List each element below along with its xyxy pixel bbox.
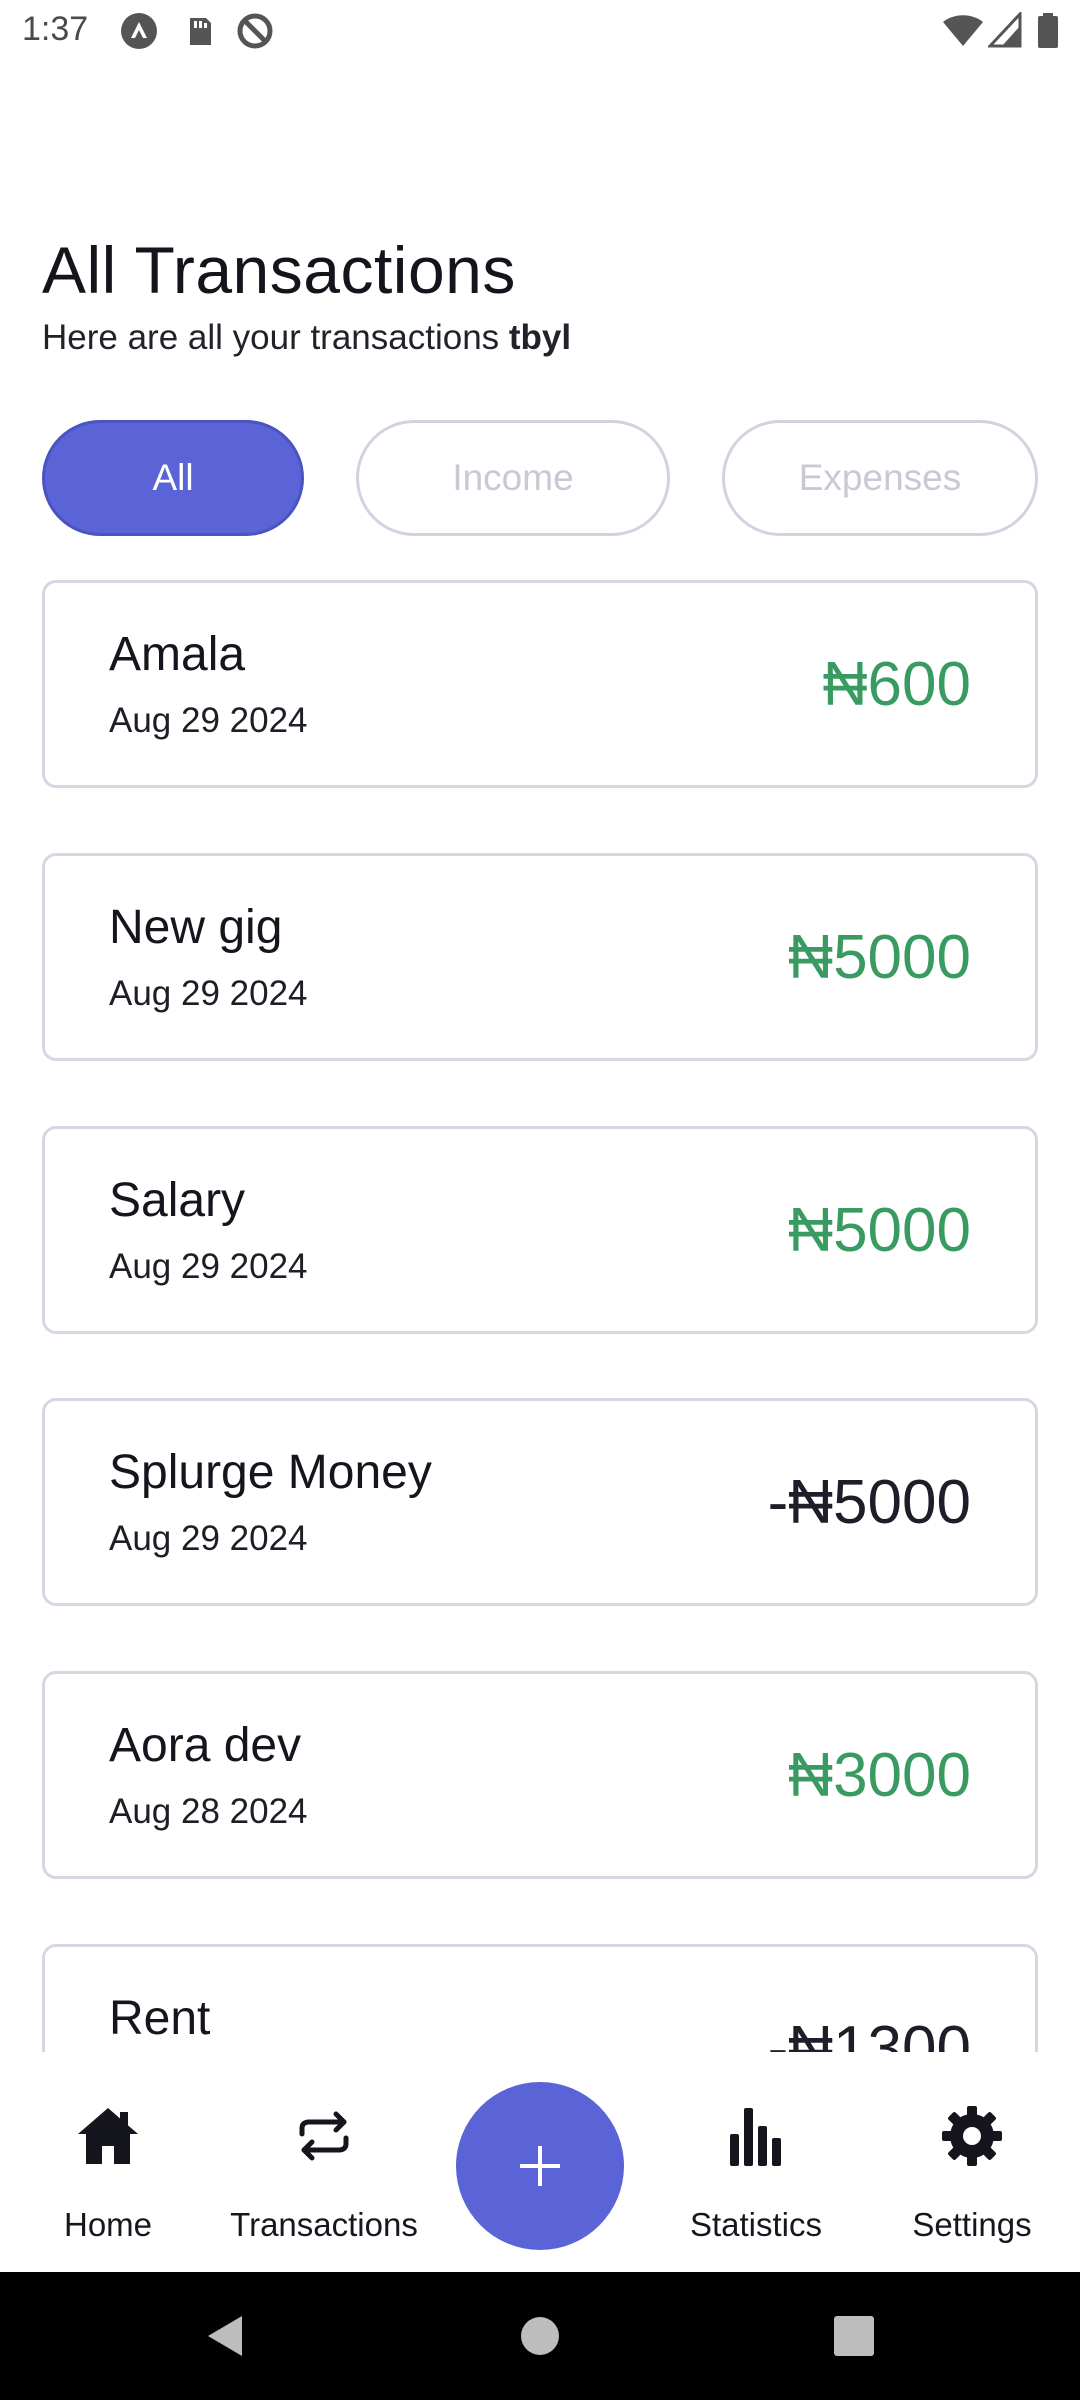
cellular-signal-icon <box>988 12 1022 48</box>
transaction-amount: -₦5000 <box>767 1468 971 1537</box>
transaction-name: New gig <box>109 901 283 954</box>
transaction-date: Aug 29 2024 <box>109 1519 308 1558</box>
transaction-card[interactable]: Rent -₦1300 <box>42 1944 1038 2052</box>
add-transaction-button[interactable] <box>456 2082 624 2250</box>
transaction-card[interactable]: Aora dev Aug 28 2024 ₦3000 <box>42 1671 1038 1879</box>
username: tbyl <box>508 318 572 357</box>
transaction-date: Aug 29 2024 <box>109 1247 308 1286</box>
transaction-amount: ₦3000 <box>788 1741 971 1810</box>
filter-expenses-chip[interactable]: Expenses <box>722 420 1038 536</box>
transaction-card[interactable]: Salary Aug 29 2024 ₦5000 <box>42 1126 1038 1334</box>
home-icon <box>78 2108 138 2164</box>
transaction-list[interactable]: Amala Aug 29 2024 ₦600 New gig Aug 29 20… <box>0 560 1080 2052</box>
transaction-name: Aora dev <box>109 1719 302 1772</box>
nav-settings-label: Settings <box>912 2206 1032 2243</box>
transaction-card[interactable]: Splurge Money Aug 29 2024 -₦5000 <box>42 1398 1038 1606</box>
transaction-name: Amala <box>109 628 246 681</box>
filter-all-chip[interactable]: All <box>42 420 304 536</box>
nav-transactions-label: Transactions <box>230 2206 418 2243</box>
transaction-card[interactable]: Amala Aug 29 2024 ₦600 <box>42 580 1038 788</box>
transfer-arrows-icon <box>299 2111 349 2161</box>
nav-statistics[interactable]: Statistics <box>656 2052 856 2272</box>
subtitle-text: Here are all your transactions <box>42 318 509 357</box>
transaction-amount: ₦5000 <box>788 1196 971 1265</box>
nav-transactions[interactable]: Transactions <box>224 2052 424 2272</box>
plus-icon <box>520 2146 560 2186</box>
page-title: All Transactions <box>42 233 516 307</box>
transaction-amount: ₦5000 <box>788 923 971 992</box>
battery-icon <box>1038 13 1058 48</box>
transaction-name: Rent <box>109 1992 211 2045</box>
filter-income-chip[interactable]: Income <box>356 420 670 536</box>
transaction-name: Salary <box>109 1174 246 1227</box>
nav-home[interactable]: Home <box>8 2052 208 2272</box>
system-navigation-bar <box>0 2272 1080 2400</box>
transaction-name: Splurge Money <box>109 1446 432 1499</box>
transaction-date: Aug 28 2024 <box>109 1792 308 1831</box>
status-bar: 1:37 <box>0 0 1080 62</box>
back-icon[interactable] <box>202 2312 250 2360</box>
filter-all-label: All <box>152 457 194 498</box>
home-circle-icon[interactable] <box>516 2312 564 2360</box>
nav-settings[interactable]: Settings <box>872 2052 1072 2272</box>
filter-income-label: Income <box>452 457 574 498</box>
bar-chart-icon <box>730 2108 781 2166</box>
sd-card-icon <box>190 18 211 45</box>
assistant-icon <box>121 13 157 49</box>
filter-expenses-label: Expenses <box>798 457 962 498</box>
status-time: 1:37 <box>22 10 89 48</box>
transaction-date: Aug 29 2024 <box>109 974 308 1013</box>
page-subtitle: Here are all your transactions tbyl <box>42 318 571 358</box>
nav-home-label: Home <box>63 2206 153 2243</box>
nav-statistics-label: Statistics <box>689 2206 823 2243</box>
transaction-card[interactable]: New gig Aug 29 2024 ₦5000 <box>42 853 1038 1061</box>
wifi-icon <box>943 15 983 46</box>
gear-icon <box>942 2106 1002 2166</box>
do-not-disturb-icon <box>237 13 273 49</box>
recents-icon[interactable] <box>830 2312 878 2360</box>
transaction-amount: ₦600 <box>822 650 971 719</box>
transaction-date: Aug 29 2024 <box>109 701 308 740</box>
transaction-amount: -₦1300 <box>767 2014 971 2052</box>
